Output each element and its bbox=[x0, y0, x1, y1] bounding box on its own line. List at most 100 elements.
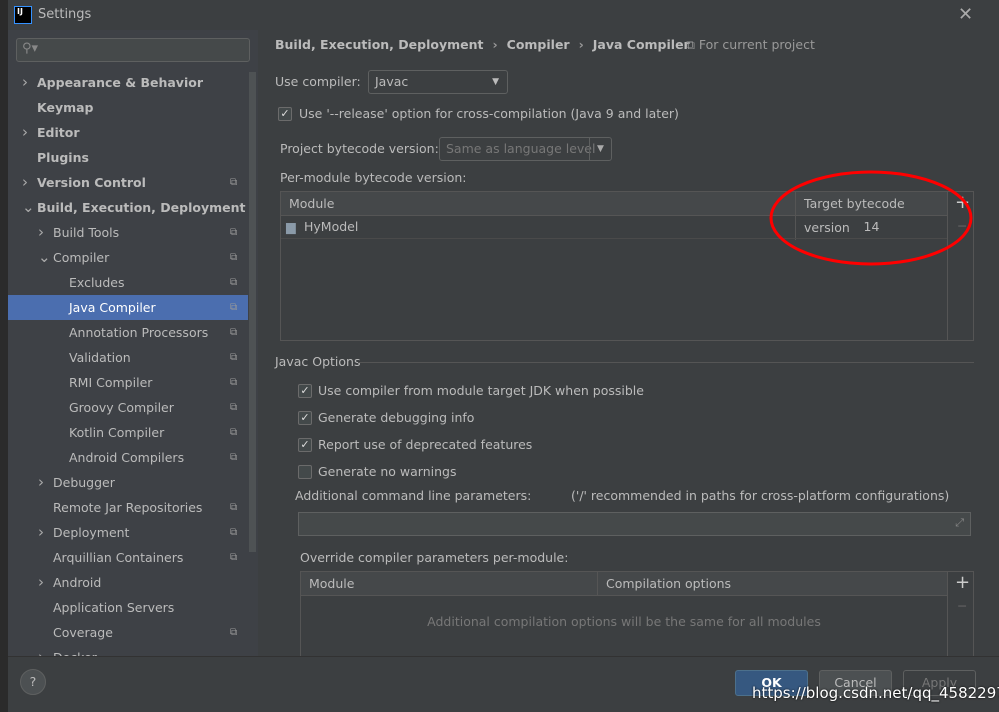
per-module-label: Per-module bytecode version: bbox=[280, 170, 467, 185]
javac-option-checkbox[interactable]: ✓ bbox=[298, 438, 312, 452]
breadcrumb-item[interactable]: Build, Execution, Deployment bbox=[275, 37, 483, 52]
release-option-label: Use '--release' option for cross-compila… bbox=[299, 106, 679, 121]
override-table: Module Compilation options Additional co… bbox=[300, 571, 974, 661]
project-scope-icon: ⧉ bbox=[230, 252, 238, 263]
sidebar-item[interactable]: › Android bbox=[8, 570, 248, 595]
sidebar-item-label: Compiler bbox=[53, 250, 110, 265]
sidebar-item-label: Excludes bbox=[69, 275, 125, 290]
chevron-down-icon[interactable]: ⌄ bbox=[38, 245, 51, 270]
search-input[interactable]: ⚲▾ bbox=[16, 38, 250, 62]
empty-state-text: Additional compilation options will be t… bbox=[427, 614, 821, 629]
sidebar-item-label: Docker bbox=[53, 645, 97, 656]
project-scope-icon: ⧉ bbox=[230, 327, 238, 338]
breadcrumb-item[interactable]: Compiler bbox=[507, 37, 570, 52]
sidebar-item[interactable]: Keymap bbox=[8, 95, 248, 120]
project-scope-icon: ⧉ bbox=[230, 377, 238, 388]
watermark: https://blog.csdn.net/qq_45822970 bbox=[752, 684, 999, 702]
title-bar bbox=[8, 0, 999, 30]
red-annotation-ellipse bbox=[769, 170, 973, 266]
sidebar-item[interactable]: Groovy Compiler ⧉ bbox=[8, 395, 248, 420]
scope-label: ⧉ For current project bbox=[686, 37, 815, 52]
sidebar-item-label: Plugins bbox=[37, 150, 89, 165]
sidebar-scrollbar[interactable] bbox=[249, 72, 256, 552]
sidebar-item-label: Build Tools bbox=[53, 225, 120, 240]
project-bytecode-select[interactable]: Same as language level ▼ bbox=[439, 137, 612, 161]
sidebar-item[interactable]: Coverage ⧉ bbox=[8, 620, 248, 645]
javac-option-label: Report use of deprecated features bbox=[318, 437, 533, 452]
sidebar-item[interactable]: › Editor bbox=[8, 120, 248, 145]
sidebar-item[interactable]: › Version Control ⧉ bbox=[8, 170, 248, 195]
chevron-right-icon[interactable]: › bbox=[38, 570, 44, 595]
chevron-right-icon[interactable]: › bbox=[38, 645, 44, 656]
sidebar-item-label: Deployment bbox=[53, 525, 130, 540]
intellij-logo: IJ bbox=[14, 6, 32, 24]
module-folder-icon: ▆ bbox=[286, 219, 296, 234]
project-scope-icon: ⧉ bbox=[230, 352, 238, 363]
sidebar-item[interactable]: › Deployment ⧉ bbox=[8, 520, 248, 545]
use-compiler-label: Use compiler: bbox=[275, 74, 361, 89]
sidebar-item[interactable]: Application Servers bbox=[8, 595, 248, 620]
chevron-right-icon[interactable]: › bbox=[38, 470, 44, 495]
java-compiler-panel: Build, Execution, Deployment › Compiler › Ja… bbox=[258, 30, 999, 661]
javac-option-label: Generate no warnings bbox=[318, 464, 457, 479]
chevron-right-icon[interactable]: › bbox=[22, 170, 28, 195]
sidebar-item-label: Kotlin Compiler bbox=[69, 425, 165, 440]
chevron-right-icon[interactable]: › bbox=[22, 120, 28, 145]
expand-icon[interactable]: ⤢ bbox=[955, 516, 964, 530]
project-icon: ⧉ bbox=[686, 37, 699, 52]
sidebar-item[interactable]: › Debugger bbox=[8, 470, 248, 495]
sidebar-item-label: Application Servers bbox=[53, 600, 175, 615]
sidebar-item[interactable]: Kotlin Compiler ⧉ bbox=[8, 420, 248, 445]
chevron-right-icon[interactable]: › bbox=[38, 520, 44, 545]
sidebar-item[interactable]: Android Compilers ⧉ bbox=[8, 445, 248, 470]
column-module: Module bbox=[309, 576, 355, 591]
search-icon: ⚲▾ bbox=[22, 41, 39, 56]
javac-option-checkbox[interactable]: ✓ bbox=[298, 411, 312, 425]
sidebar-item[interactable]: RMI Compiler ⧉ bbox=[8, 370, 248, 395]
sidebar-item-label: Java Compiler bbox=[69, 300, 156, 315]
sidebar-item-label: RMI Compiler bbox=[69, 375, 153, 390]
sidebar-item[interactable]: Excludes ⧉ bbox=[8, 270, 248, 295]
project-scope-icon: ⧉ bbox=[230, 227, 238, 238]
project-scope-icon: ⧉ bbox=[230, 277, 238, 288]
javac-option-checkbox[interactable]: ✓ bbox=[298, 384, 312, 398]
sidebar-item-label: Build, Execution, Deployment bbox=[37, 200, 246, 215]
chevron-right-icon[interactable]: › bbox=[38, 220, 44, 245]
sidebar-item-label: Debugger bbox=[53, 475, 115, 490]
sidebar-item[interactable]: Validation ⧉ bbox=[8, 345, 248, 370]
sidebar-item[interactable]: › Appearance & Behavior bbox=[8, 70, 248, 95]
sidebar-item-label: Editor bbox=[37, 125, 80, 140]
sidebar-item[interactable]: Plugins bbox=[8, 145, 248, 170]
add-icon[interactable]: + bbox=[955, 572, 970, 593]
sidebar-item[interactable]: › Docker bbox=[8, 645, 248, 656]
release-option-checkbox[interactable]: ✓ bbox=[278, 107, 292, 121]
sidebar-item[interactable]: ⌄ Build, Execution, Deployment bbox=[8, 195, 248, 220]
override-label: Override compiler parameters per-module: bbox=[300, 550, 569, 565]
cmd-params-label: Additional command line parameters: bbox=[295, 488, 532, 503]
javac-option-checkbox[interactable] bbox=[298, 465, 312, 479]
sidebar-item[interactable]: › Build Tools ⧉ bbox=[8, 220, 248, 245]
column-compilation-options: Compilation options bbox=[597, 572, 731, 596]
sidebar-item-label: Coverage bbox=[53, 625, 113, 640]
sidebar-item[interactable]: Remote Jar Repositories ⧉ bbox=[8, 495, 248, 520]
sidebar-item-label: Groovy Compiler bbox=[69, 400, 174, 415]
sidebar-item[interactable]: ⌄ Compiler ⧉ bbox=[8, 245, 248, 270]
column-module: Module bbox=[289, 196, 335, 211]
chevron-down-icon[interactable]: ⌄ bbox=[22, 195, 35, 220]
cmd-params-input[interactable]: ⤢ bbox=[298, 512, 971, 536]
remove-icon[interactable]: − bbox=[957, 598, 967, 613]
compiler-select[interactable]: Javac ▼ bbox=[368, 70, 508, 94]
chevron-down-icon: ▼ bbox=[492, 77, 499, 87]
close-icon[interactable]: ✕ bbox=[958, 4, 973, 25]
sidebar-item-label: Keymap bbox=[37, 100, 94, 115]
project-scope-icon: ⧉ bbox=[230, 627, 238, 638]
project-scope-icon: ⧉ bbox=[230, 302, 238, 313]
chevron-right-icon[interactable]: › bbox=[22, 70, 28, 95]
sidebar-item[interactable]: Java Compiler ⧉ bbox=[8, 295, 248, 320]
help-button[interactable]: ? bbox=[20, 669, 46, 695]
sidebar-item-label: Validation bbox=[69, 350, 131, 365]
sidebar-item[interactable]: Annotation Processors ⧉ bbox=[8, 320, 248, 345]
project-scope-icon: ⧉ bbox=[230, 402, 238, 413]
sidebar-item[interactable]: Arquillian Containers ⧉ bbox=[8, 545, 248, 570]
divider bbox=[358, 362, 974, 363]
